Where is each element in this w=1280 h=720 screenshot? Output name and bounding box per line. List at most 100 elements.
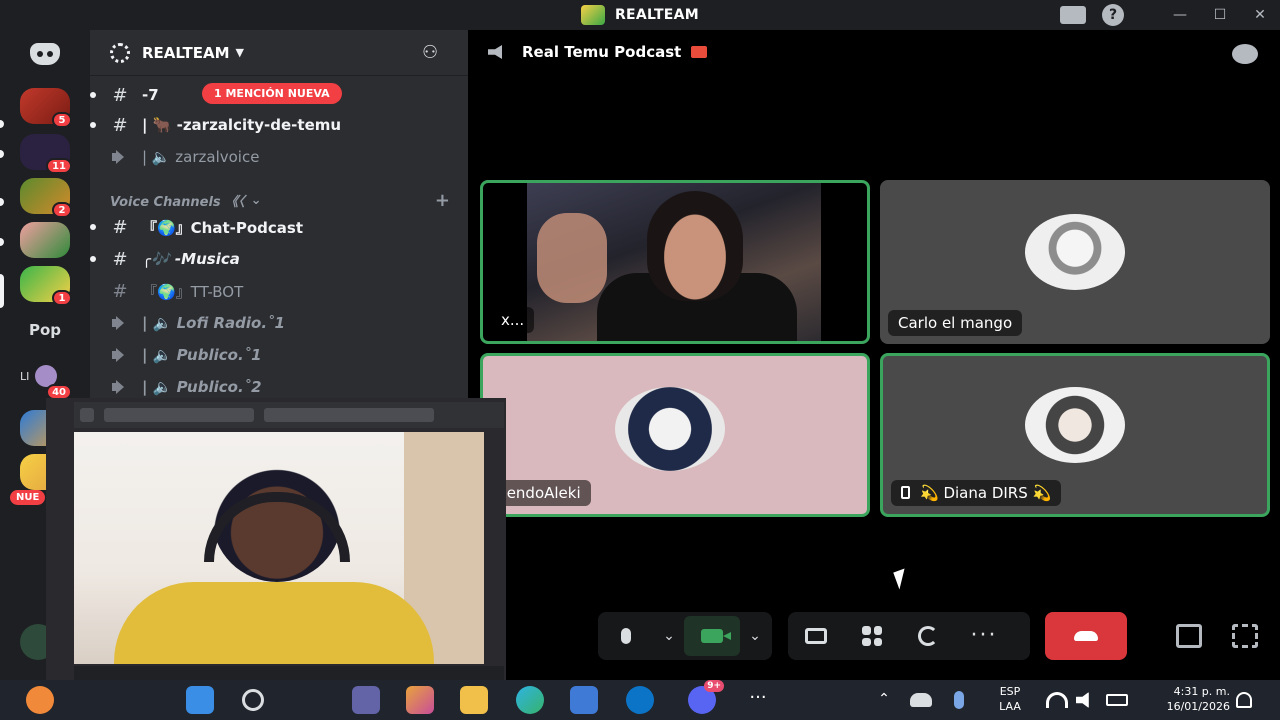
server-badge-1: 5: [52, 112, 72, 128]
camera-button[interactable]: [684, 616, 740, 656]
hash-icon: #: [112, 248, 128, 270]
participant-tile-video[interactable]: x...: [480, 180, 870, 344]
lang-line-2: LAA: [999, 700, 1021, 713]
voice-channel-item[interactable]: | 🔈 zarzalvoice: [90, 142, 468, 172]
window-controls: ? — ☐ ✕: [1044, 0, 1280, 30]
server-icon-realteam[interactable]: 1: [20, 266, 72, 306]
call-stage: Real Temu Podcast x... Carlo el mango Si…: [468, 30, 1280, 680]
participant-tile[interactable]: 💫 Diana DIRS 💫: [880, 353, 1270, 517]
participant-avatar: [1025, 214, 1125, 290]
input-language[interactable]: ESP LAA: [994, 684, 1026, 714]
share-screen-icon: [805, 628, 827, 644]
disconnect-button[interactable]: [1045, 612, 1127, 660]
speaker-icon: [108, 316, 132, 330]
speaker-icon: [108, 150, 132, 164]
camera-options-button[interactable]: ⌄: [740, 628, 770, 644]
maximize-button[interactable]: ☐: [1200, 0, 1240, 30]
speaker-icon: [108, 380, 132, 394]
participant-tile[interactable]: SiendoAleki: [480, 353, 870, 517]
more-options-button[interactable]: ···: [956, 616, 1012, 656]
server-icon-2[interactable]: 11: [20, 134, 72, 174]
participant-name: Carlo el mango: [888, 310, 1023, 336]
help-icon[interactable]: ?: [1102, 4, 1124, 26]
voice-channel-item[interactable]: | 🔈 Publico.˚1: [90, 340, 468, 370]
new-mention-pill[interactable]: 1 MENCIÓN NUEVA: [202, 83, 342, 104]
weather-icon[interactable]: [26, 686, 54, 714]
hang-up-icon: [1074, 631, 1098, 641]
hp-icon[interactable]: [626, 686, 654, 714]
more-apps-icon[interactable]: ···: [744, 686, 772, 714]
pop-out-icon[interactable]: [1176, 624, 1202, 648]
channel-item[interactable]: # | 🐂 -zarzalcity-de-temu: [90, 110, 468, 140]
notifications-icon[interactable]: [1236, 692, 1252, 708]
inbox-icon[interactable]: [1060, 6, 1086, 24]
microphone-tray-icon[interactable]: [954, 691, 964, 709]
search-icon[interactable]: [242, 689, 264, 711]
close-button[interactable]: ✕: [1240, 0, 1280, 30]
mute-button[interactable]: [598, 616, 654, 656]
activities-button[interactable]: [844, 616, 900, 656]
chat-icon[interactable]: [1232, 44, 1258, 64]
wifi-icon[interactable]: [1046, 692, 1068, 708]
unread-indicator: [0, 120, 4, 128]
server-icon-1[interactable]: 5: [20, 88, 72, 128]
battery-icon[interactable]: [1106, 694, 1128, 706]
paint-icon[interactable]: [406, 686, 434, 714]
speaker-icon: [108, 348, 132, 362]
share-screen-button[interactable]: [788, 616, 844, 656]
server-folder-pop[interactable]: Pop: [20, 316, 70, 344]
channel-item[interactable]: # ╭🎶 -Musica: [90, 244, 468, 274]
channel-item[interactable]: # 『🌍』TT-BOT: [90, 276, 468, 306]
channel-name: 『🌍』Chat-Podcast: [142, 218, 304, 237]
voice-channel-item[interactable]: | 🔈 Lofi Radio.˚1: [90, 308, 468, 338]
minimize-button[interactable]: —: [1160, 0, 1200, 30]
server-icon-li[interactable]: LI 40: [20, 358, 72, 400]
channel-name: | 🐂 -zarzalcity-de-temu: [142, 116, 342, 134]
channel-name: ╭🎶 -Musica: [142, 250, 240, 268]
activities-icon: [862, 626, 882, 646]
channel-name: | 🔈 Publico.˚2: [142, 378, 262, 396]
discord-window: REALTEAM ? — ☐ ✕ 5 11 2 1 Pop LI 40 NUE …: [0, 0, 1280, 720]
mouse-cursor: [893, 568, 911, 590]
hash-icon: #: [112, 280, 128, 302]
start-button[interactable]: [186, 686, 214, 714]
server-badge-5: 1: [52, 290, 72, 306]
system-clock[interactable]: 4:31 p. m. 16/01/2026: [1140, 684, 1230, 714]
soundboard-button[interactable]: [900, 616, 956, 656]
unread-dot: [90, 92, 96, 98]
server-settings-icon: [110, 42, 130, 63]
unread-dot: [90, 224, 96, 230]
participant-tile[interactable]: Carlo el mango: [880, 180, 1270, 344]
volume-icon[interactable]: [1076, 692, 1089, 708]
channel-item[interactable]: # 『🌍』Chat-Podcast: [90, 212, 468, 242]
file-explorer-icon[interactable]: [460, 686, 488, 714]
voice-channel-icon: [488, 45, 502, 59]
invite-people-icon[interactable]: ⚇: [422, 42, 444, 63]
store-icon[interactable]: [570, 686, 598, 714]
server-icon-3[interactable]: 2: [20, 178, 72, 218]
windows-taskbar: 9+ ··· ⌃ ESP LAA 4:31 p. m. 16/01/2026: [0, 680, 1280, 720]
participant-name: x...: [491, 307, 535, 333]
discord-taskbar-icon[interactable]: 9+: [688, 680, 724, 714]
fullscreen-icon[interactable]: [1232, 624, 1258, 648]
teams-icon[interactable]: [352, 686, 380, 714]
add-channel-icon[interactable]: +: [435, 190, 450, 211]
chevron-up-icon[interactable]: ⌃: [870, 686, 898, 714]
server-icon-4[interactable]: [20, 222, 70, 258]
participant-label: 💫 Diana DIRS 💫: [891, 480, 1062, 506]
audio-video-controls: ⌄ ⌄: [598, 612, 772, 660]
new-unreads-pill[interactable]: NUE: [10, 490, 46, 505]
webcam-overlay: [46, 398, 506, 693]
lang-line-1: ESP: [999, 685, 1021, 698]
onedrive-icon[interactable]: [910, 693, 932, 707]
window-title: REALTEAM: [614, 7, 700, 23]
hash-icon: #: [112, 114, 128, 136]
category-voice-channels[interactable]: Voice Channels 《〈 ⌄ +: [110, 190, 450, 211]
edge-icon[interactable]: [516, 686, 544, 714]
chevron-down-icon: ⌄: [250, 193, 262, 208]
channel-name: | 🔈 Lofi Radio.˚1: [142, 314, 285, 332]
server-header[interactable]: REALTEAM ▼ ⚇: [90, 30, 468, 76]
discord-home-button[interactable]: [20, 36, 70, 72]
category-label: Voice Channels 《〈: [110, 195, 245, 210]
mic-options-button[interactable]: ⌄: [654, 628, 684, 644]
